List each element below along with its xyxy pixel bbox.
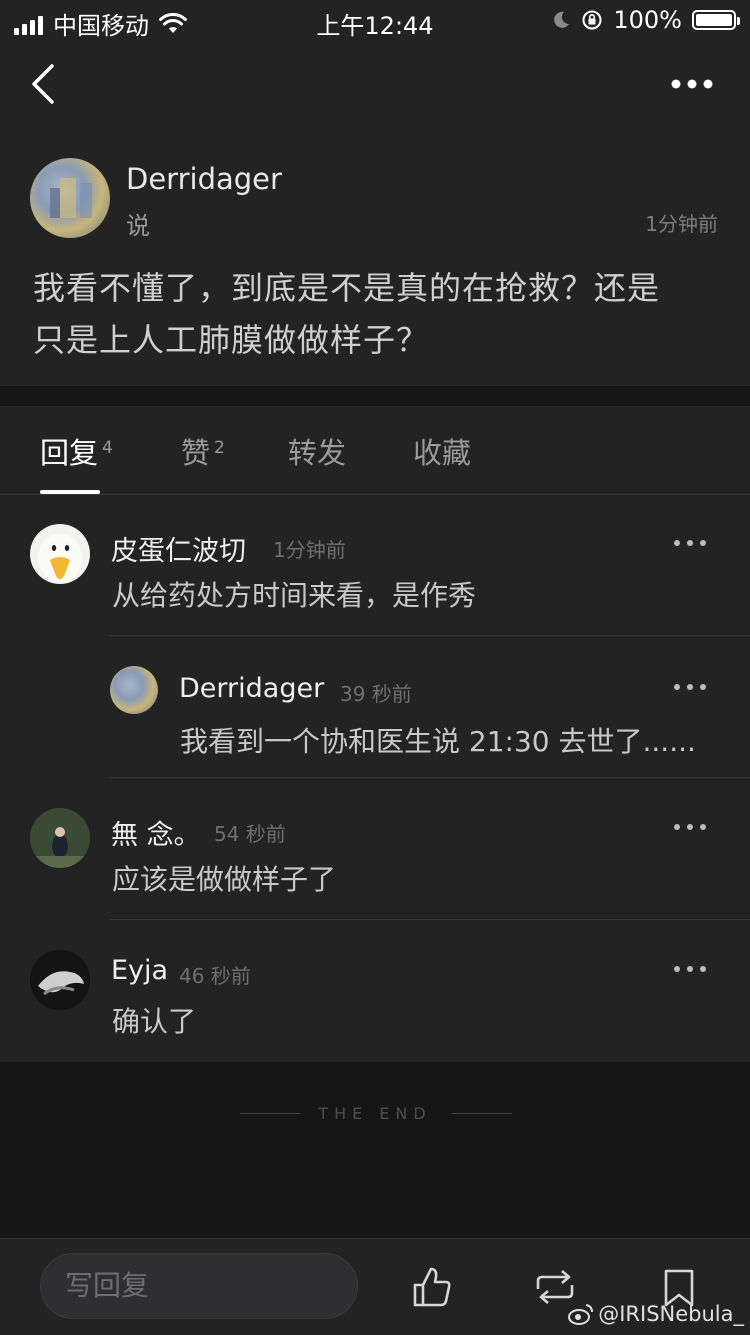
reply-input[interactable]: 写回复 xyxy=(40,1253,358,1319)
more-options-icon[interactable] xyxy=(670,74,714,94)
tab-bar: 回复 4 赞2 转发 收藏 xyxy=(0,406,750,495)
comment-time: 1分钟前 xyxy=(273,538,346,562)
status-right: 100% xyxy=(551,6,740,34)
comment-text: 应该是做做样子了 xyxy=(112,863,337,896)
reply-author[interactable]: Derridager xyxy=(179,673,324,704)
author-name[interactable]: Derridager xyxy=(126,162,282,196)
like-icon[interactable] xyxy=(411,1265,453,1309)
watermark: @IRISNebula_ xyxy=(568,1302,744,1326)
post-card: Derridager 说 1分钟前 我看不懂了，到底是不是真的在抢救？还是 只是… xyxy=(0,40,750,386)
status-bar: 中国移动 上午12:44 100% xyxy=(0,0,750,40)
tab-favorites[interactable]: 收藏 xyxy=(413,430,471,472)
tab-count: 4 xyxy=(102,438,113,458)
comment-time: 46 秒前 xyxy=(179,964,251,988)
reply-more-icon[interactable] xyxy=(674,681,706,693)
end-marker: THE END xyxy=(0,1104,750,1124)
comment-text: 确认了 xyxy=(112,1005,197,1038)
end-line-right xyxy=(452,1113,512,1114)
comment-more-icon[interactable] xyxy=(674,537,706,549)
tab-label: 收藏 xyxy=(413,436,472,470)
tab-count: 2 xyxy=(214,438,225,458)
end-label: THE END xyxy=(318,1104,432,1123)
moon-icon xyxy=(554,11,570,28)
watermark-text: @IRISNebula_ xyxy=(598,1302,744,1326)
comment-author[interactable]: 皮蛋仁波切 xyxy=(111,529,246,568)
post-text: 我看不懂了，到底是不是真的在抢救？还是 只是上人工肺膜做做样子？ xyxy=(33,262,723,366)
comments-panel: 回复 4 赞2 转发 收藏 皮蛋仁波切 1分钟前 从给药处方时间来看，是作秀 D… xyxy=(0,406,750,1062)
tab-label: 赞 xyxy=(181,436,211,470)
post-timestamp: 1分钟前 xyxy=(645,212,718,236)
comment-avatar[interactable] xyxy=(30,808,90,868)
tab-likes[interactable]: 赞2 xyxy=(181,430,225,472)
comment-author[interactable]: 無 念。 xyxy=(111,813,201,852)
post-action-label: 说 xyxy=(126,212,150,240)
rotation-lock-icon xyxy=(582,10,602,30)
comment-text: 从给药处方时间来看，是作秀 xyxy=(112,579,477,612)
repost-icon[interactable] xyxy=(532,1267,578,1307)
comment-avatar[interactable] xyxy=(30,950,90,1010)
comment-item: Eyja 46 秒前 确认了 xyxy=(0,920,750,1062)
back-icon[interactable] xyxy=(26,62,66,106)
comment-item: 無 念。 54 秒前 应该是做做样子了 xyxy=(0,778,750,919)
tab-label: 转发 xyxy=(288,436,347,470)
reply-time: 39 秒前 xyxy=(340,682,412,706)
comment-avatar[interactable] xyxy=(30,524,90,584)
battery-percent: 100% xyxy=(613,6,682,34)
comment-time: 54 秒前 xyxy=(214,822,286,846)
author-avatar[interactable] xyxy=(30,158,110,238)
post-text-line: 我看不懂了，到底是不是真的在抢救？还是 xyxy=(33,269,661,307)
comment-author[interactable]: Eyja xyxy=(111,955,168,986)
weibo-logo-icon xyxy=(568,1304,594,1325)
reply-avatar[interactable] xyxy=(110,666,158,714)
tab-reposts[interactable]: 转发 xyxy=(288,430,346,472)
tab-replies[interactable]: 回复 4 xyxy=(40,430,113,472)
reply-text: 我看到一个协和医生说 21:30 去世了...... xyxy=(180,725,696,758)
comment-more-icon[interactable] xyxy=(674,963,706,975)
post-text-line: 只是上人工肺膜做做样子？ xyxy=(33,321,430,359)
battery-icon xyxy=(692,10,740,30)
comment-more-icon[interactable] xyxy=(674,821,706,833)
reply-item: Derridager 39 秒前 我看到一个协和医生说 21:30 去世了...… xyxy=(0,636,750,777)
tab-label: 回复 xyxy=(40,436,99,470)
comment-item: 皮蛋仁波切 1分钟前 从给药处方时间来看，是作秀 xyxy=(0,494,750,636)
